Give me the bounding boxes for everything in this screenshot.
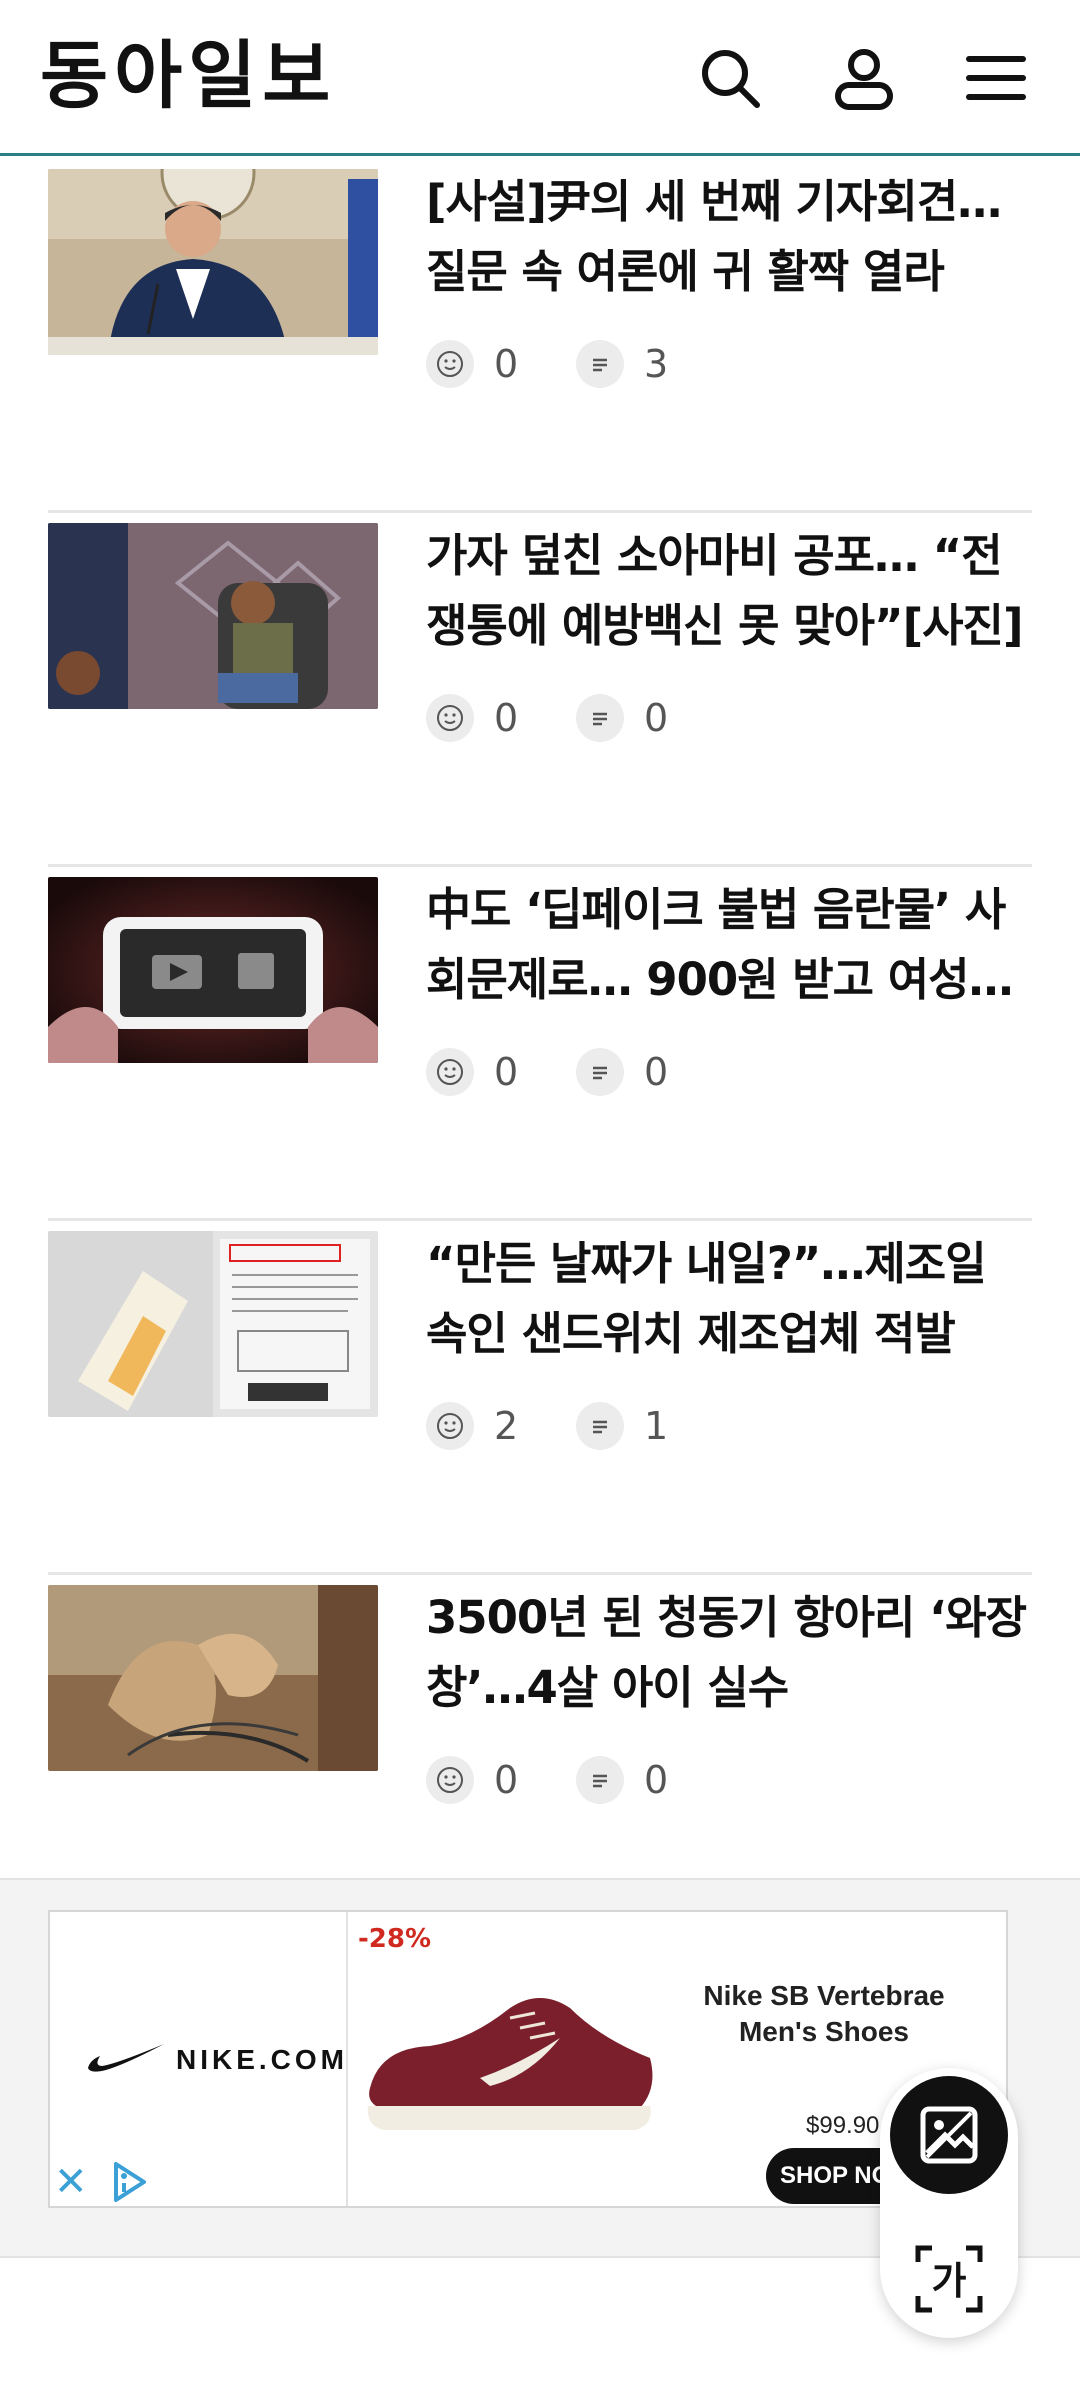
- product-name[interactable]: Nike SB Vertebrae Men's Shoes: [684, 1978, 964, 2050]
- article-meta: 0 3: [426, 339, 706, 389]
- product-price: $99.90: [806, 2112, 880, 2139]
- like-count: 2: [494, 1404, 519, 1448]
- menu-icon[interactable]: [956, 38, 1036, 118]
- user-icon[interactable]: [824, 38, 904, 118]
- smile-icon[interactable]: [426, 340, 474, 388]
- discount-badge: -28%: [358, 1924, 432, 1954]
- comment-count: 3: [644, 342, 669, 386]
- article-item[interactable]: 中도 ‘딥페이크 불법 음란물’ 사회문제로… 900원 받고 여성… 0 0: [48, 867, 1032, 1221]
- ad-close-icon[interactable]: ✕: [54, 2162, 88, 2202]
- article-title[interactable]: 3500년 된 청동기 항아리 ‘와장창’…4살 아이 실수: [426, 1583, 1032, 1723]
- like-count: 0: [494, 696, 519, 740]
- article-meta: 0 0: [426, 1047, 706, 1097]
- article-thumbnail[interactable]: [48, 1585, 378, 1771]
- article-title[interactable]: “만든 날짜가 내일?”…제조일 속인 샌드위치 제조업체 적발: [426, 1229, 1032, 1369]
- image-search-icon[interactable]: [890, 2076, 1008, 2194]
- article-item[interactable]: [사설]尹의 세 번째 기자회견… 질문 속 여론에 귀 활짝 열라 0 3: [48, 159, 1032, 513]
- ad-choices-icon[interactable]: [110, 2160, 150, 2204]
- article-meta: 0 0: [426, 693, 706, 743]
- site-header: 동아일보: [0, 0, 1080, 156]
- article-item[interactable]: 3500년 된 청동기 항아리 ‘와장창’…4살 아이 실수 0 0: [48, 1575, 1032, 1929]
- floating-tools: 가: [880, 2068, 1018, 2338]
- comment-icon[interactable]: [576, 1756, 624, 1804]
- comment-icon[interactable]: [576, 694, 624, 742]
- article-thumbnail[interactable]: [48, 169, 378, 355]
- like-count: 0: [494, 1758, 519, 1802]
- text-scan-icon[interactable]: 가: [906, 2236, 992, 2322]
- article-meta: 2 1: [426, 1401, 706, 1451]
- smile-icon[interactable]: [426, 1048, 474, 1096]
- comment-icon[interactable]: [576, 1048, 624, 1096]
- article-title[interactable]: 가자 덮친 소아마비 공포… “전쟁통에 예방백신 못 맞아”[사진]: [426, 521, 1032, 661]
- smile-icon[interactable]: [426, 1402, 474, 1450]
- comment-count: 0: [644, 696, 669, 740]
- article-thumbnail[interactable]: [48, 1231, 378, 1417]
- like-count: 0: [494, 342, 519, 386]
- shoe-image: [367, 1998, 653, 2130]
- comment-icon[interactable]: [576, 1402, 624, 1450]
- article-title[interactable]: [사설]尹의 세 번째 기자회견… 질문 속 여론에 귀 활짝 열라: [426, 167, 1032, 307]
- smile-icon[interactable]: [426, 1756, 474, 1804]
- article-item[interactable]: 가자 덮친 소아마비 공포… “전쟁통에 예방백신 못 맞아”[사진] 0 0: [48, 513, 1032, 867]
- comment-count: 0: [644, 1050, 669, 1094]
- text-scan-glyph: 가: [932, 2259, 967, 2303]
- comment-count: 1: [644, 1404, 669, 1448]
- nike-swoosh-icon: [88, 2044, 164, 2072]
- article-title[interactable]: 中도 ‘딥페이크 불법 음란물’ 사회문제로… 900원 받고 여성…: [426, 875, 1032, 1015]
- site-logo[interactable]: 동아일보: [40, 36, 336, 116]
- like-count: 0: [494, 1050, 519, 1094]
- search-icon[interactable]: [690, 38, 770, 118]
- nike-ad-banner[interactable]: NIKE.COM ✕ -28% Nike SB Vertebrae Men's …: [48, 1910, 1008, 2208]
- smile-icon[interactable]: [426, 694, 474, 742]
- comment-count: 0: [644, 1758, 669, 1802]
- article-thumbnail[interactable]: [48, 877, 378, 1063]
- article-item[interactable]: “만든 날짜가 내일?”…제조일 속인 샌드위치 제조업체 적발 2 1: [48, 1221, 1032, 1575]
- comment-icon[interactable]: [576, 340, 624, 388]
- ad-brand-text: NIKE.COM: [176, 2044, 348, 2075]
- article-thumbnail[interactable]: [48, 523, 378, 709]
- article-meta: 0 0: [426, 1755, 706, 1805]
- ad-brand-panel[interactable]: NIKE.COM ✕: [50, 1912, 348, 2206]
